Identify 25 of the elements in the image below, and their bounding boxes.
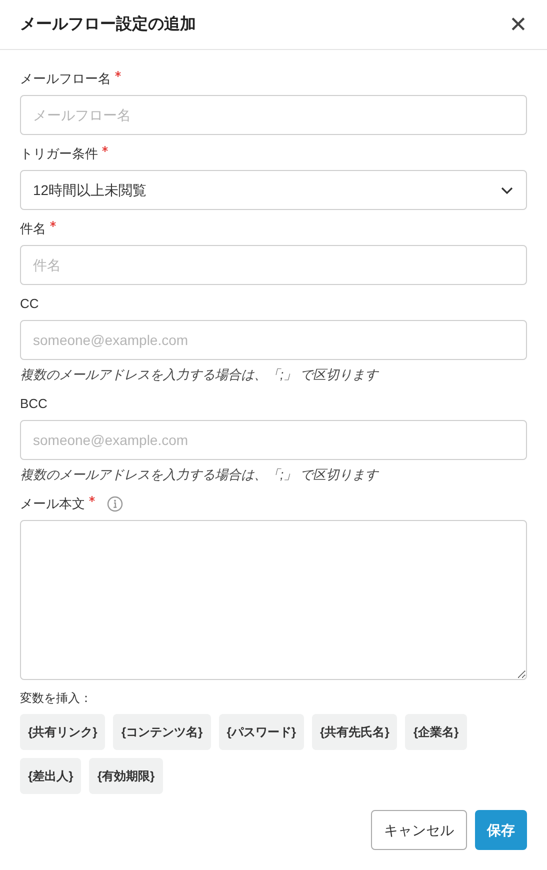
hint-text: 複数のメールアドレスを入力する場合は、「;」 で区切ります (20, 366, 380, 384)
dropdown[interactable]: 12時間以上未閲覧 (20, 170, 527, 210)
field-label: BCC (20, 395, 48, 413)
text-field[interactable]: someone@example.com (20, 320, 527, 360)
variables-label: 変数を挿入： (20, 690, 93, 706)
dialog-title: メールフロー設定の追加 (20, 14, 196, 34)
text-field[interactable]: 件名 (20, 245, 527, 285)
variable-chip[interactable]: {パスワード} (218, 714, 304, 750)
text-field[interactable]: メールフロー名 (20, 95, 527, 135)
variable-chip[interactable]: {差出人} (20, 758, 82, 794)
field-label: 件名 (20, 220, 46, 238)
field-label: メールフロー名 (20, 70, 111, 88)
field-label: トリガー条件 (20, 145, 98, 163)
close-button[interactable]: ✕ (509, 14, 527, 36)
variable-chip[interactable]: {共有リンク} (20, 714, 106, 750)
cancel-button[interactable]: キャンセル (371, 810, 467, 850)
text-field[interactable]: someone@example.com (20, 420, 527, 460)
variable-chip[interactable]: {コンテンツ名} (113, 714, 211, 750)
hint-text: 複数のメールアドレスを入力する場合は、「;」 で区切ります (20, 466, 380, 484)
variable-chip[interactable]: {有効期限} (89, 758, 163, 794)
variable-chip[interactable]: {企業名} (405, 714, 467, 750)
field-label: メール本文 (20, 495, 85, 513)
text-area[interactable] (20, 520, 527, 680)
field-label: CC (20, 295, 39, 313)
variable-chip[interactable]: {共有先氏名} (312, 714, 398, 750)
